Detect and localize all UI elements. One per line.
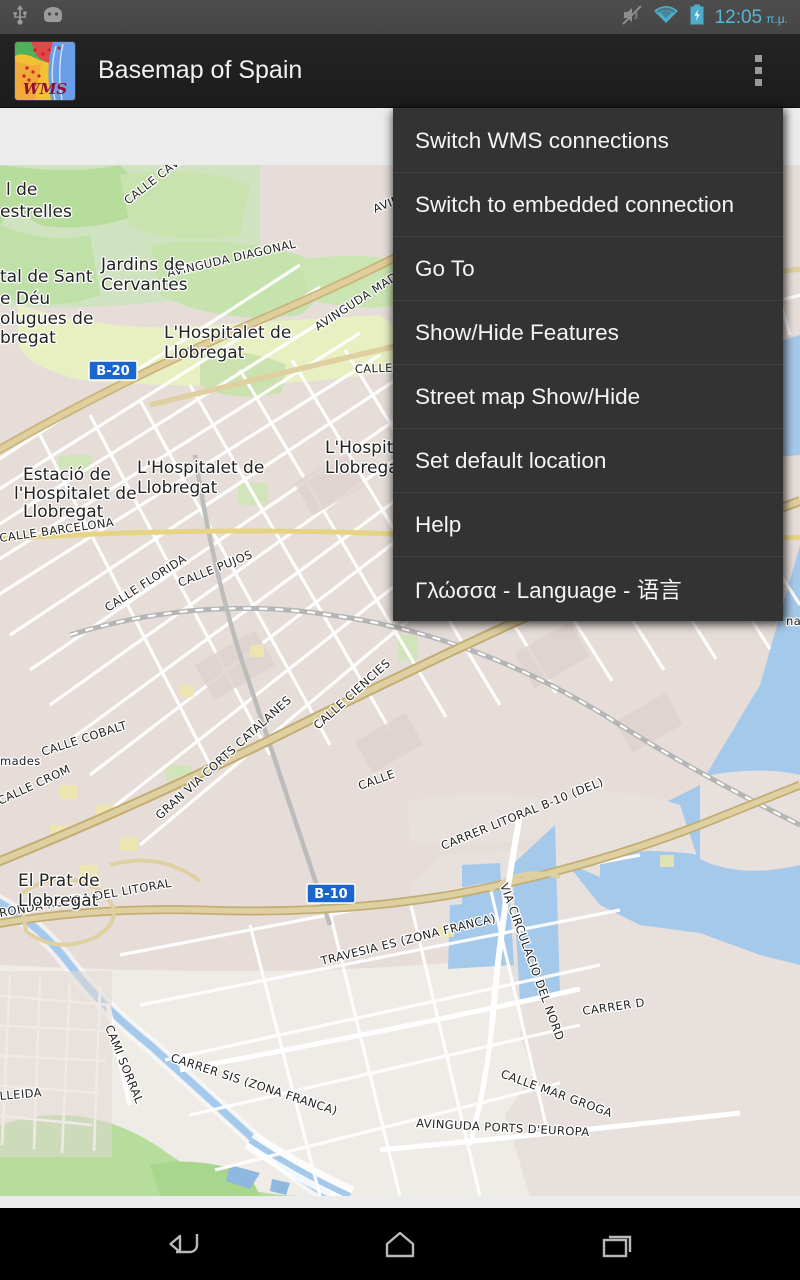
map-place-label: olugues de bbox=[0, 309, 93, 329]
volume-muted-icon bbox=[621, 4, 643, 31]
menu-item-language[interactable]: Γλώσσα - Language - 语言 bbox=[393, 557, 783, 621]
action-bar: WMS Basemap of Spain bbox=[0, 34, 800, 108]
menu-item-street-map-show-hide[interactable]: Street map Show/Hide bbox=[393, 365, 783, 429]
map-place-label: Estació de bbox=[23, 465, 111, 485]
map-place-label: l de bbox=[6, 180, 37, 200]
overflow-dot bbox=[754, 55, 762, 62]
clock-ampm: π.μ. bbox=[766, 11, 788, 26]
map-place-label: L'Hospitalet de bbox=[137, 458, 264, 478]
map-place-label: Llobregat bbox=[137, 478, 218, 498]
status-bar-left-icons bbox=[0, 4, 621, 30]
page-title: Basemap of Spain bbox=[98, 56, 303, 84]
back-arrow-icon bbox=[169, 1234, 199, 1254]
map-place-label: estrelles bbox=[0, 202, 72, 222]
menu-item-show-hide-features[interactable]: Show/Hide Features bbox=[393, 301, 783, 365]
status-bar: 12:05 π.μ. bbox=[0, 0, 800, 34]
home-icon bbox=[385, 1231, 415, 1258]
map-street-label: na bbox=[786, 614, 800, 628]
map-street-label: mades bbox=[0, 754, 41, 768]
map-place-label: Llobregat bbox=[18, 891, 99, 911]
app-icon-label: WMS bbox=[23, 80, 67, 98]
android-screen: 12:05 π.μ. WMS Basemap of Spain AVINGUDA… bbox=[0, 0, 800, 1280]
recents-button[interactable] bbox=[583, 1216, 649, 1272]
map-place-label: Cervantes bbox=[101, 275, 188, 295]
map-place-label: El Prat de bbox=[18, 871, 100, 891]
app-icon[interactable]: WMS bbox=[14, 40, 76, 101]
overflow-menu-button[interactable] bbox=[738, 39, 778, 103]
status-bar-right-icons: 12:05 π.μ. bbox=[621, 4, 800, 31]
status-bar-clock: 12:05 π.μ. bbox=[715, 8, 788, 27]
shield-label: B-20 bbox=[96, 364, 129, 379]
overflow-menu[interactable]: Switch WMS connections Switch to embedde… bbox=[393, 108, 783, 621]
menu-item-help[interactable]: Help bbox=[393, 493, 783, 557]
wifi-icon bbox=[653, 5, 679, 30]
map-road-shield: B-10 bbox=[306, 883, 356, 904]
overflow-dot bbox=[754, 79, 762, 86]
map-place-label: l'Hospitalet de bbox=[14, 484, 137, 504]
map-road-shield: B-20 bbox=[88, 360, 138, 381]
map-place-label: tal de Sant bbox=[0, 267, 93, 287]
navigation-bar bbox=[0, 1208, 800, 1280]
map-place-label: Llobregat bbox=[164, 343, 245, 363]
menu-item-go-to[interactable]: Go To bbox=[393, 237, 783, 301]
map-place-label: Jardins de bbox=[100, 255, 185, 275]
menu-item-switch-to-embedded-connection[interactable]: Switch to embedded connection bbox=[393, 173, 783, 237]
map-place-label: L'Hospitalet de bbox=[164, 323, 291, 343]
map-place-label: Llobregat bbox=[23, 502, 104, 522]
clock-time: 12:05 bbox=[714, 6, 763, 28]
recents-icon bbox=[602, 1235, 632, 1258]
map-place-label: bregat bbox=[0, 328, 56, 348]
battery-charging-icon bbox=[689, 4, 705, 31]
map-place-label: e Déu bbox=[0, 289, 50, 309]
back-button[interactable] bbox=[151, 1216, 217, 1272]
usb-icon bbox=[12, 4, 28, 30]
android-robot-icon bbox=[42, 6, 64, 28]
overflow-dot bbox=[754, 67, 762, 74]
home-button[interactable] bbox=[367, 1216, 433, 1272]
menu-item-set-default-location[interactable]: Set default location bbox=[393, 429, 783, 493]
menu-item-switch-wms-connections[interactable]: Switch WMS connections bbox=[393, 109, 783, 173]
shield-label: B-10 bbox=[314, 887, 347, 902]
